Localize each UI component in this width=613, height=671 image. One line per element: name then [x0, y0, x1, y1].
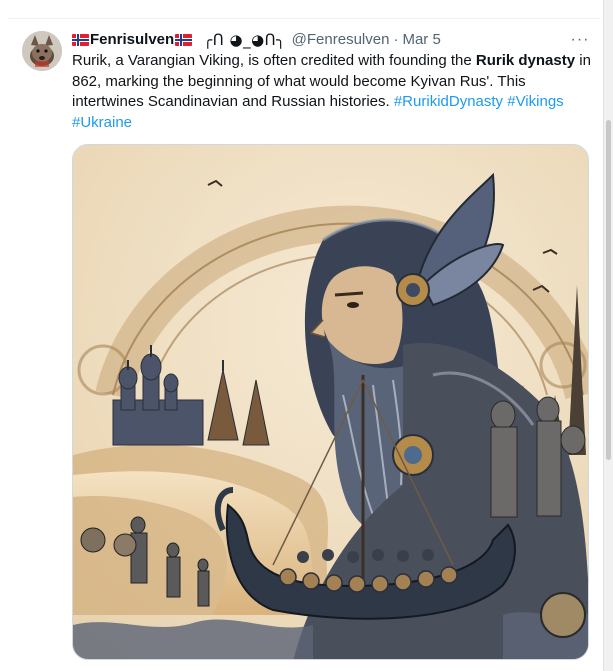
- scrollbar-thumb[interactable]: [606, 120, 611, 460]
- tweet-text-bold: Rurik dynasty: [475, 52, 576, 69]
- norway-flag-icon: [175, 34, 193, 46]
- tweet-text-part: Rurik, a Varangian Viking, is often cred…: [72, 52, 476, 69]
- hashtag-link[interactable]: #Ukraine: [72, 114, 132, 131]
- tweet-body: Fenrisulven ╭ᑎ ◕_◕ᑎ╮ @Fenresulven · Mar …: [72, 30, 592, 660]
- more-dots-icon[interactable]: ···: [570, 30, 590, 50]
- avatar[interactable]: [22, 31, 62, 71]
- norway-flag-icon: [72, 34, 89, 46]
- tweet-header: Fenrisulven ╭ᑎ ◕_◕ᑎ╮ @Fenresulven · Mar …: [72, 30, 590, 50]
- tweet[interactable]: Fenrisulven ╭ᑎ ◕_◕ᑎ╮ @Fenresulven · Mar …: [8, 19, 601, 671]
- header-separator: ·: [393, 31, 399, 48]
- scrollbar[interactable]: [603, 0, 613, 671]
- wolf-avatar-icon: [22, 31, 62, 71]
- author-handle[interactable]: @Fenresulven: [292, 30, 390, 50]
- tweet-text: Rurik, a Varangian Viking, is often cred…: [72, 51, 592, 133]
- hashtag-link[interactable]: #RurikidDynasty: [394, 93, 503, 110]
- tweet-media-image[interactable]: [72, 144, 589, 660]
- hashtag-link[interactable]: #Vikings: [507, 93, 563, 110]
- author-kaomoji: ╭ᑎ ◕_◕ᑎ╮: [203, 31, 286, 49]
- illustration-rurik-viking: [73, 145, 588, 659]
- author-display-name[interactable]: Fenrisulven: [90, 30, 174, 50]
- tweet-date[interactable]: Mar 5: [402, 30, 440, 50]
